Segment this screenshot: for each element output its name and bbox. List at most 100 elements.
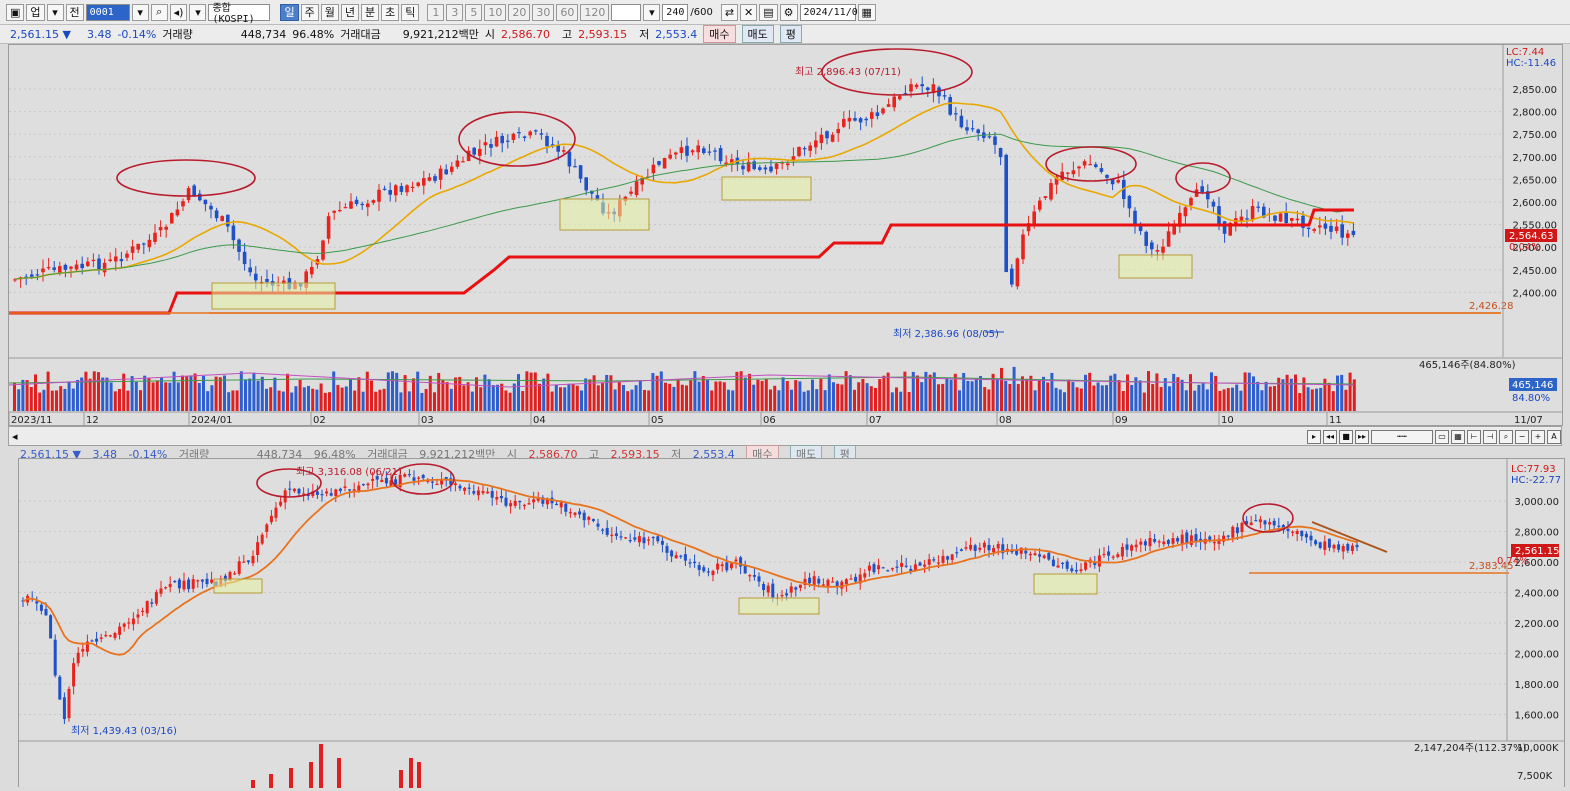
period-tick[interactable]: 틱 bbox=[401, 3, 420, 21]
type-select[interactable]: 업 bbox=[26, 3, 45, 21]
period-day[interactable]: 일 bbox=[280, 3, 299, 21]
code-dropdown-icon[interactable]: ▾ bbox=[131, 3, 149, 21]
candle-body bbox=[203, 199, 208, 205]
interval-30[interactable]: 30 bbox=[532, 3, 555, 21]
dropdown-icon[interactable]: ▾ bbox=[46, 3, 64, 21]
volume-bar bbox=[1285, 374, 1289, 411]
code-input[interactable]: 0001 bbox=[85, 3, 130, 21]
volume-bar bbox=[365, 371, 369, 411]
candle-body bbox=[965, 127, 969, 131]
candle-body bbox=[890, 568, 894, 570]
highlight-ellipse bbox=[458, 111, 576, 167]
zoom-in-icon[interactable]: ⌕ bbox=[1499, 429, 1513, 444]
candle-body bbox=[233, 573, 237, 575]
date-input[interactable]: 2024/11/07 bbox=[799, 3, 864, 21]
stop-icon[interactable]: ■ bbox=[1339, 429, 1353, 444]
interval-3[interactable]: 3 bbox=[446, 3, 464, 21]
volume-bar bbox=[417, 762, 421, 788]
candle-body bbox=[136, 614, 140, 618]
volume-bar bbox=[475, 377, 478, 411]
period-year[interactable]: 년 bbox=[340, 3, 359, 21]
y-tick-label: 2,800.00 bbox=[1512, 108, 1557, 119]
top-chart[interactable]: 최고 2,896.43 (07/11) 최저 2,386.96 (08/05) … bbox=[8, 45, 1562, 426]
volume-bar bbox=[1226, 388, 1230, 411]
volume-bar bbox=[231, 390, 235, 411]
candle-body bbox=[992, 547, 996, 553]
period-second[interactable]: 초 bbox=[381, 3, 400, 21]
candle-body bbox=[872, 564, 876, 573]
candle-body bbox=[534, 130, 538, 132]
candle-body bbox=[567, 151, 572, 167]
candle-body bbox=[288, 488, 292, 490]
candle-body bbox=[1010, 268, 1014, 285]
interval-10[interactable]: 10 bbox=[484, 3, 507, 21]
buy-button[interactable]: 매수 bbox=[703, 25, 736, 43]
candle-body bbox=[665, 546, 669, 553]
gear-icon[interactable]: ⚙ bbox=[779, 3, 798, 21]
calendar-icon[interactable]: ▦ bbox=[857, 3, 876, 21]
candle-body bbox=[1212, 542, 1216, 544]
sub-button[interactable]: 전 bbox=[65, 3, 84, 21]
volume-bar bbox=[307, 385, 310, 411]
rewind-icon[interactable]: ◂◂ bbox=[1323, 429, 1337, 444]
candle-body bbox=[265, 524, 269, 532]
sell-button[interactable]: 매도 bbox=[741, 25, 774, 43]
candle-body bbox=[1323, 541, 1327, 550]
tool2-icon[interactable]: ⊣ bbox=[1483, 429, 1497, 444]
candle-body bbox=[976, 129, 980, 134]
play-icon[interactable]: ▸ bbox=[1307, 429, 1321, 444]
volume-bar bbox=[853, 389, 856, 411]
count-input[interactable]: 240 bbox=[662, 3, 689, 21]
candle-body bbox=[382, 188, 387, 190]
save-icon[interactable]: ▤ bbox=[759, 3, 778, 21]
candle-body bbox=[1082, 161, 1087, 166]
interval-20[interactable]: 20 bbox=[508, 3, 531, 21]
candle-body bbox=[564, 503, 568, 512]
interval-5[interactable]: 5 bbox=[465, 3, 483, 21]
scroll-left-icon[interactable]: ◂ bbox=[12, 430, 18, 443]
volume-bar bbox=[462, 385, 466, 411]
candle-body bbox=[1239, 216, 1244, 221]
candle-body bbox=[840, 581, 844, 589]
plus-icon[interactable]: + bbox=[1531, 429, 1545, 444]
interval-1[interactable]: 1 bbox=[427, 3, 445, 21]
candle-body bbox=[610, 534, 614, 536]
speaker-icon[interactable]: ◂) bbox=[169, 3, 188, 21]
period-month[interactable]: 월 bbox=[320, 3, 339, 21]
search-icon[interactable]: ⌕ bbox=[150, 3, 168, 21]
interval-120[interactable]: 120 bbox=[580, 3, 610, 21]
volume-bar bbox=[1151, 384, 1155, 411]
candle-body bbox=[214, 210, 219, 219]
volume-bar bbox=[336, 384, 340, 411]
volume-bar bbox=[1037, 380, 1041, 411]
y-tick-label: 2,700.00 bbox=[1512, 153, 1557, 164]
interval-60[interactable]: 60 bbox=[556, 3, 579, 21]
candle-body bbox=[1015, 258, 1020, 287]
crosshair-icon[interactable]: ✕ bbox=[740, 3, 758, 21]
x-tick-label: 2024/01 bbox=[191, 415, 233, 425]
layout-icon[interactable]: ▭ bbox=[1435, 429, 1449, 444]
interval-dropdown-icon[interactable]: ▾ bbox=[643, 3, 661, 21]
period-week[interactable]: 주 bbox=[300, 3, 319, 21]
volume-bar bbox=[202, 375, 205, 411]
interval-input[interactable] bbox=[611, 3, 642, 21]
text-icon[interactable]: A bbox=[1547, 429, 1561, 444]
grid-icon[interactable]: ▦ bbox=[1451, 429, 1465, 444]
volume-bar bbox=[512, 383, 516, 411]
bottom-chart[interactable]: 최고 3,316.08 (06/21) 최저 1,439.43 (03/16) … bbox=[19, 459, 1564, 788]
volume-bar bbox=[218, 377, 222, 411]
prev-icon[interactable]: ▾ bbox=[189, 3, 207, 21]
volume-bar bbox=[1029, 375, 1033, 411]
period-minute[interactable]: 분 bbox=[360, 3, 380, 21]
candle-body bbox=[41, 268, 45, 273]
lc-label: LC:77.93 bbox=[1511, 464, 1556, 475]
flat-button[interactable]: 평 bbox=[779, 25, 802, 43]
forward-icon[interactable]: ▸▸ bbox=[1355, 429, 1369, 444]
zoom-slider[interactable]: ┅┅ bbox=[1371, 429, 1433, 444]
link-icon[interactable]: ⇄ bbox=[720, 3, 739, 21]
window-icon[interactable]: ▣ bbox=[6, 3, 25, 21]
tool-icon[interactable]: ⊢ bbox=[1467, 429, 1481, 444]
minus-icon[interactable]: − bbox=[1515, 429, 1529, 444]
candle-body bbox=[361, 483, 365, 486]
volume-bar bbox=[1042, 376, 1045, 411]
